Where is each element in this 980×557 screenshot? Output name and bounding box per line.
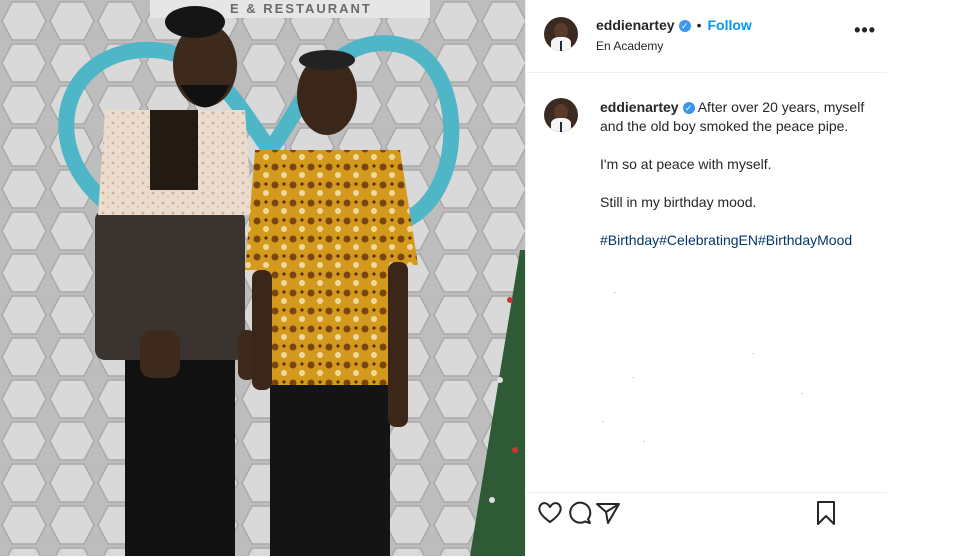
share-icon[interactable] [594, 499, 622, 527]
follow-button[interactable]: Follow [708, 17, 752, 33]
heart-icon[interactable] [536, 499, 564, 527]
page-margin [887, 0, 980, 556]
caption-hashtags[interactable]: #Birthday#CelebratingEN#BirthdayMood [600, 231, 870, 250]
bookmark-icon[interactable] [812, 499, 840, 527]
caption-line-3: Still in my birthday mood. [600, 194, 757, 210]
post-detail-panel: eddienartey ✓ • Follow En Academy ••• eddie… [525, 0, 888, 556]
separator-dot: • [696, 17, 702, 33]
caption-verified-icon: ✓ [682, 102, 695, 115]
more-options-icon[interactable]: ••• [854, 20, 876, 41]
caption-avatar[interactable] [544, 98, 578, 132]
caption-username[interactable]: eddienartey [600, 99, 679, 115]
comment-icon[interactable] [566, 499, 594, 527]
post-header: eddienartey ✓ • Follow En Academy ••• [526, 0, 888, 73]
caption: eddienartey ✓ After over 20 years, myself… [600, 98, 870, 269]
header-user-row: eddienartey ✓ • Follow [596, 17, 752, 35]
verified-icon: ✓ [678, 19, 691, 32]
post-photo[interactable]: E & RESTAURANT [0, 0, 525, 556]
action-bar [526, 492, 888, 557]
header-username[interactable]: eddienartey [596, 17, 675, 33]
sign-text: E & RESTAURANT [230, 1, 372, 16]
avatar[interactable] [544, 17, 578, 51]
location-label[interactable]: En Academy [596, 39, 663, 53]
caption-line-2: I'm so at peace with myself. [600, 156, 772, 172]
photo-image: E & RESTAURANT [0, 0, 525, 556]
